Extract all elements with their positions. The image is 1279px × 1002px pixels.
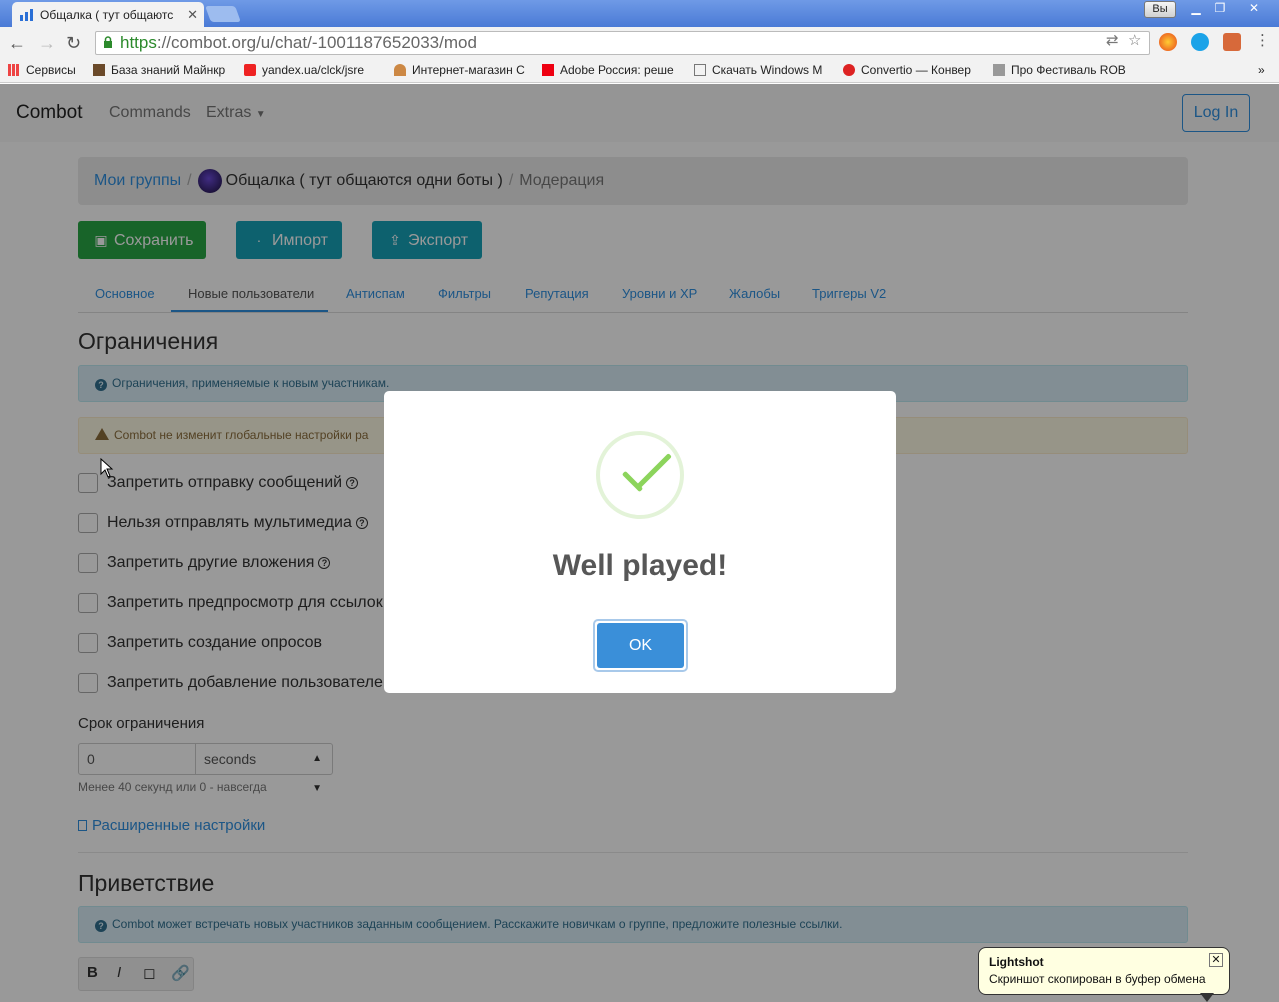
- tab-title: Общалка ( тут общаютс: [40, 7, 174, 22]
- bookmark-item[interactable]: База знаний Майнкр: [93, 63, 231, 77]
- new-tab-button[interactable]: [205, 6, 241, 22]
- address-bar[interactable]: https://combot.org/u/chat/-1001187652033…: [95, 31, 1150, 55]
- toast-title: Lightshot: [989, 955, 1044, 969]
- more-bookmarks-icon[interactable]: »: [1258, 63, 1265, 77]
- skype-extension-icon[interactable]: [1191, 33, 1209, 51]
- success-check-icon: [596, 431, 684, 519]
- bookmarks-bar: Сервисы База знаний Майнкр yandex.ua/clc…: [0, 59, 1279, 83]
- page-icon: [694, 64, 706, 76]
- toast-pointer: [1200, 993, 1214, 1002]
- minecraft-icon: [93, 64, 105, 76]
- success-modal: Well played! OK: [384, 391, 896, 693]
- tab-close-icon[interactable]: ✕: [187, 7, 198, 23]
- adobe-icon: [542, 64, 554, 76]
- convertio-icon: [843, 64, 855, 76]
- bookmark-item[interactable]: Convertio — Конвер: [843, 63, 979, 77]
- minimize-icon[interactable]: ▁: [1185, 1, 1207, 18]
- bookmark-services[interactable]: Сервисы: [8, 63, 76, 77]
- window-close-icon[interactable]: ✕: [1243, 1, 1265, 18]
- combot-favicon: [20, 8, 34, 21]
- url-path: ://combot.org/u/chat/-1001187652033/mod: [156, 33, 477, 52]
- reload-icon[interactable]: ↻: [66, 33, 81, 54]
- bookmark-item[interactable]: yandex.ua/clck/jsre: [244, 63, 380, 77]
- bookmark-item[interactable]: Adobe Россия: реше: [542, 63, 679, 77]
- extension-icon[interactable]: [1223, 33, 1241, 51]
- url-scheme: https: [120, 33, 157, 52]
- browser-titlebar: Общалка ( тут общаютс ✕ Вы ▁ ❐ ✕: [0, 0, 1279, 27]
- bookmark-item[interactable]: Скачать Windows M: [694, 63, 828, 77]
- fire-extension-icon[interactable]: [1159, 33, 1177, 51]
- forward-icon[interactable]: →: [38, 33, 56, 54]
- lock-icon: [104, 36, 112, 48]
- bookmark-item[interactable]: Интернет-магазин С: [394, 63, 529, 77]
- ok-button[interactable]: OK: [593, 619, 688, 672]
- browser-tab[interactable]: Общалка ( тут общаютс ✕: [12, 2, 204, 27]
- back-icon[interactable]: ←: [8, 33, 26, 54]
- restore-icon[interactable]: ❐: [1209, 1, 1231, 18]
- modal-title: Well played!: [552, 549, 728, 582]
- shop-icon: [394, 64, 406, 76]
- bookmark-item[interactable]: Про Фестиваль ROB: [993, 63, 1129, 77]
- toast-message: Скриншот скопирован в буфер обмена: [989, 972, 1206, 986]
- menu-icon[interactable]: ⋮: [1255, 31, 1270, 49]
- yandex-icon: [244, 64, 256, 76]
- user-profile-button[interactable]: Вы: [1144, 1, 1176, 18]
- translate-icon[interactable]: ⇄: [1106, 31, 1119, 49]
- apps-grid-icon: [8, 64, 20, 76]
- bookmark-star-icon[interactable]: ☆: [1128, 31, 1141, 49]
- robot-icon: [993, 64, 1005, 76]
- lightshot-notification: Lightshot Скриншот скопирован в буфер об…: [978, 947, 1230, 995]
- toast-close-icon[interactable]: ✕: [1209, 953, 1223, 967]
- browser-toolbar: ← → ↻ https://combot.org/u/chat/-1001187…: [0, 27, 1279, 59]
